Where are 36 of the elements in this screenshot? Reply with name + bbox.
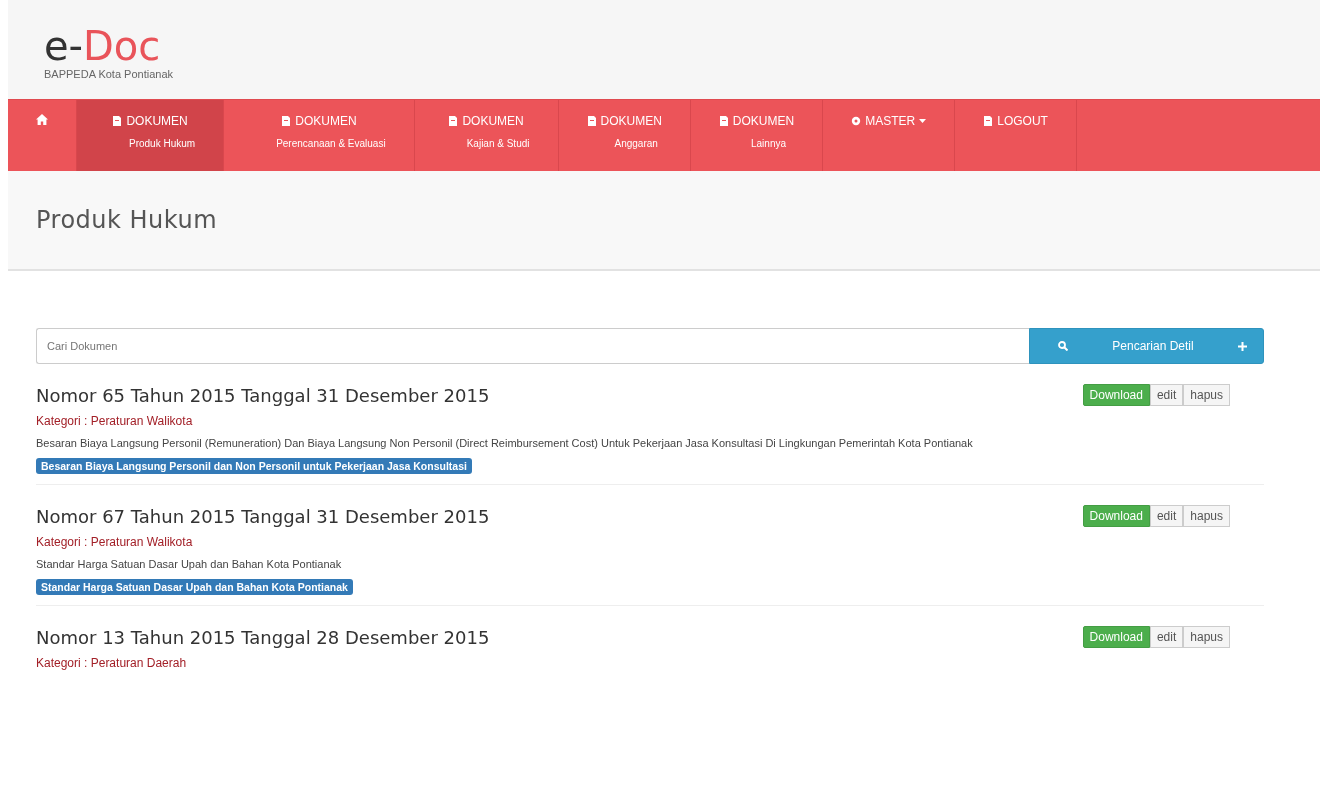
search-field[interactable]: Cari Dokumen — [36, 328, 1029, 364]
logo: e-Doc — [44, 26, 161, 66]
detail-search-button[interactable]: Pencarian Detil — [1029, 328, 1264, 364]
search-icon — [1058, 341, 1068, 351]
document-description: Besaran Biaya Langsung Personil (Remuneration) Dan Biaya Langsung Non Personil (Direct Reimbursement Cost) Untuk Pekerjaan Jasa Konsultasi Di Lingkungan Pemerintah Kota Pontianak — [36, 436, 974, 451]
document-icon — [281, 116, 292, 126]
plus-icon — [1238, 341, 1247, 351]
delete-button[interactable]: hapus — [1183, 626, 1230, 648]
edit-button[interactable]: edit — [1149, 384, 1184, 406]
document-title: Nomor 13 Tahun 2015 Tanggal 28 Desember 2015 — [36, 626, 490, 648]
document-icon — [718, 116, 729, 126]
document-icon — [112, 116, 123, 126]
subtitle: BAPPEDA Kota Pontianak — [44, 68, 175, 80]
document-title: Nomor 67 Tahun 2015 Tanggal 31 Desember 2015 — [36, 505, 490, 527]
page-title: Produk Hukum — [36, 206, 218, 234]
document-category: Kategori : Peraturan Daerah — [36, 656, 188, 670]
document-tag: Standar Harga Satuan Dasar Upah dan Bahan Kota Pontianak — [36, 579, 353, 595]
document-title: Nomor 65 Tahun 2015 Tanggal 31 Desember 2015 — [36, 384, 490, 406]
edit-button[interactable]: edit — [1149, 505, 1184, 527]
gear-icon — [851, 116, 862, 126]
download-button[interactable]: Download — [1082, 505, 1150, 527]
document-category: Kategori : Peraturan Walikota — [36, 535, 194, 549]
home-icon — [36, 114, 48, 125]
document-icon — [983, 116, 994, 126]
delete-button[interactable]: hapus — [1183, 505, 1230, 527]
document-icon — [586, 116, 597, 126]
caret-icon — [919, 119, 927, 123]
download-button[interactable]: Download — [1082, 626, 1150, 648]
edit-button[interactable]: edit — [1149, 626, 1184, 648]
document-icon — [448, 116, 459, 126]
document-category: Kategori : Peraturan Walikota — [36, 414, 194, 428]
document-description: Standar Harga Satuan Dasar Upah dan Bahan Kota Pontianak — [36, 557, 343, 572]
delete-button[interactable]: hapus — [1183, 384, 1230, 406]
document-tag: Besaran Biaya Langsung Personil dan Non Personil untuk Pekerjaan Jasa Konsultasi — [36, 458, 472, 474]
download-button[interactable]: Download — [1082, 384, 1150, 406]
nav-item[interactable]: DOKUMEN Produk Hukum — [77, 100, 225, 171]
